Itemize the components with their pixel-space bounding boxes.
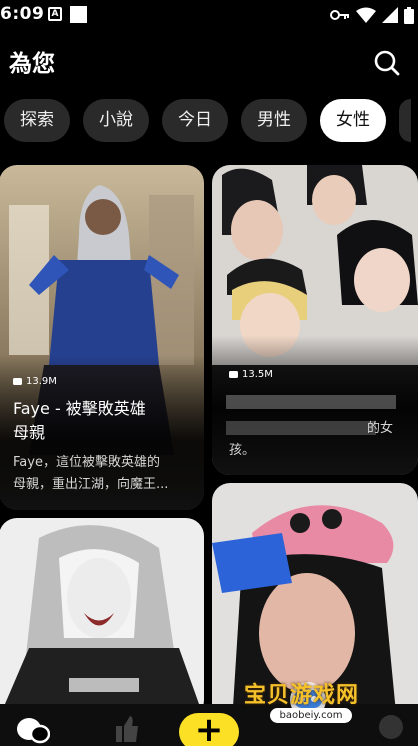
nav-chat[interactable] bbox=[16, 714, 51, 744]
tv-icon bbox=[229, 371, 238, 378]
tab-male[interactable]: 男性 bbox=[241, 99, 307, 142]
tab-today[interactable]: 今日 bbox=[162, 99, 228, 142]
view-count: 13.9M bbox=[13, 376, 57, 387]
character-card[interactable]: 13.9M Faye - 被擊敗英雄 母親 Faye，這位被擊敗英雄的 母親，重… bbox=[0, 165, 204, 510]
card-description: 的女 bbox=[367, 421, 394, 436]
view-count: 13.5M bbox=[229, 369, 273, 380]
tv-icon bbox=[13, 378, 22, 385]
tab-more-partial[interactable] bbox=[399, 99, 411, 142]
notification-a-icon: A bbox=[48, 7, 62, 21]
chat-bubbles-icon bbox=[17, 718, 51, 744]
watermark-url: baobeiy.com bbox=[270, 708, 352, 723]
nav-like[interactable] bbox=[112, 714, 142, 744]
tab-novels[interactable]: 小說 bbox=[83, 99, 149, 142]
watermark-text: 宝贝游戏网 bbox=[244, 683, 360, 708]
signal-icon bbox=[382, 7, 398, 23]
key-icon bbox=[330, 10, 349, 20]
battery-icon bbox=[404, 6, 414, 24]
card-cover-image bbox=[0, 518, 204, 718]
search-icon bbox=[374, 50, 400, 76]
search-button[interactable] bbox=[374, 50, 400, 76]
wifi-icon bbox=[356, 7, 376, 23]
nav-profile[interactable] bbox=[378, 714, 408, 744]
smile-icon bbox=[379, 715, 403, 739]
thumbs-up-icon bbox=[116, 716, 138, 742]
tab-explore[interactable]: 探索 bbox=[4, 99, 70, 142]
card-description: Faye，這位被擊敗英雄的 母親，重出江湖，向魔王... bbox=[13, 455, 169, 492]
card-description-line2: 孩。 bbox=[229, 443, 256, 458]
status-icons bbox=[330, 6, 414, 24]
card-title: Faye - 被擊敗英雄 母親 bbox=[13, 399, 146, 442]
notification-square-icon bbox=[70, 6, 87, 23]
character-card[interactable] bbox=[0, 518, 204, 718]
status-bar: 6:09 A bbox=[0, 0, 418, 30]
category-tabs: 探索 小說 今日 男性 女性 bbox=[4, 99, 411, 142]
page-title: 為您 bbox=[9, 51, 55, 77]
status-time: 6:09 bbox=[0, 4, 45, 24]
character-card[interactable]: 13.5M 的女 孩。 bbox=[212, 165, 418, 475]
tab-female[interactable]: 女性 bbox=[320, 99, 386, 142]
